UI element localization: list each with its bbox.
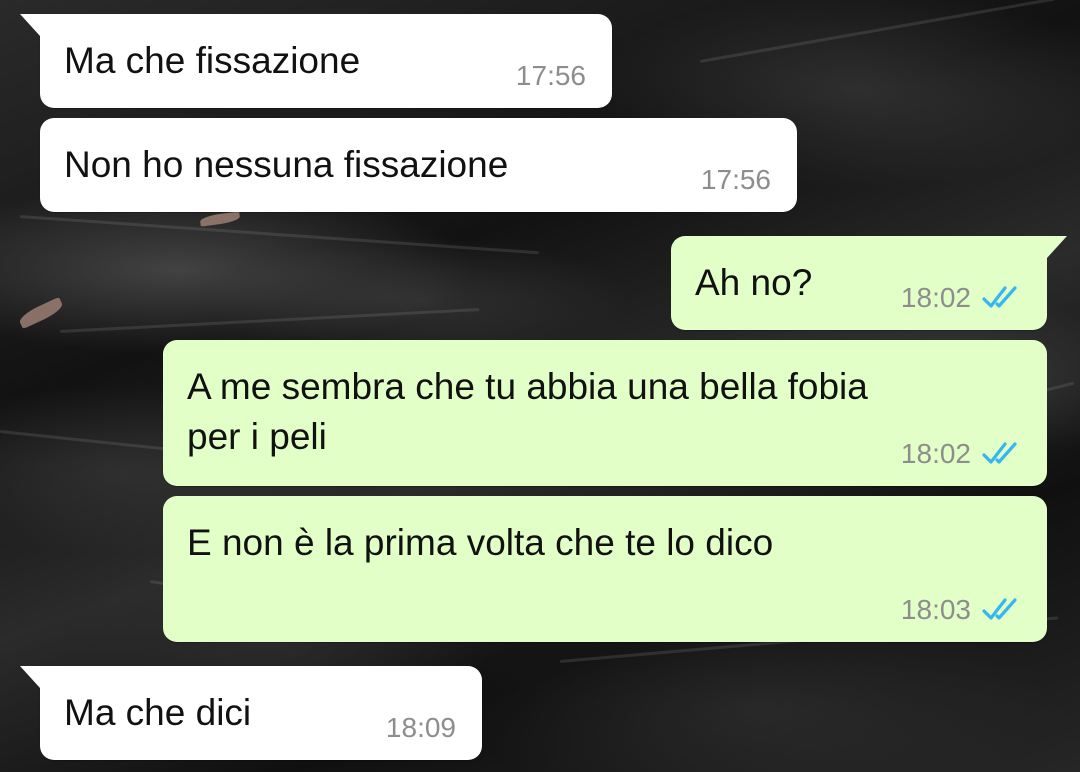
message-bubble-incoming[interactable]: Ma che fissazione 17:56 <box>20 14 612 108</box>
message-bubble-outgoing[interactable]: Ah no? 18:02 <box>671 236 1067 330</box>
message-time: 18:02 <box>900 282 971 313</box>
message-time: 18:03 <box>900 594 971 625</box>
double-check-read-icon <box>982 598 1017 620</box>
message-time: 18:02 <box>900 438 971 469</box>
double-check-read-icon <box>982 286 1017 308</box>
leaf-decoration <box>17 296 65 330</box>
message-text: Ma che fissazione <box>64 40 361 81</box>
message-text: E non è la prima volta che te lo dico <box>187 522 774 563</box>
message-bubble-outgoing[interactable]: E non è la prima volta che te lo dico 18… <box>163 496 1047 642</box>
message-time: 18:09 <box>385 712 456 743</box>
message-text: A me sembra che tu abbia una bella fobia… <box>187 366 868 457</box>
message-time: 17:56 <box>700 164 771 195</box>
leaf-decoration <box>199 211 241 227</box>
message-text: Non ho nessuna fissazione <box>64 144 509 185</box>
message-time: 17:56 <box>515 60 586 91</box>
double-check-read-icon <box>982 442 1017 464</box>
message-bubble-incoming[interactable]: Ma che dici 18:09 <box>20 666 482 760</box>
message-bubble-outgoing[interactable]: A me sembra che tu abbia una bella fobia… <box>163 340 1047 486</box>
message-bubble-incoming[interactable]: Non ho nessuna fissazione 17:56 <box>40 118 797 212</box>
